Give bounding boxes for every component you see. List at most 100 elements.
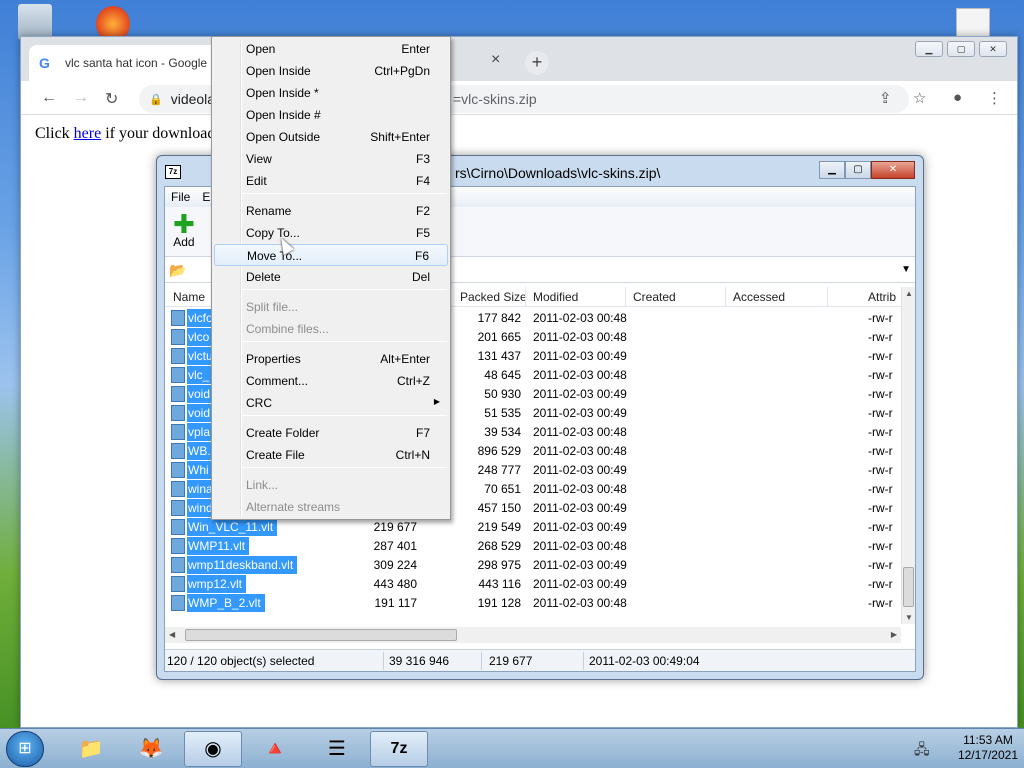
- menu-item-shortcut: Enter: [401, 42, 430, 56]
- download-here-link[interactable]: here: [74, 125, 102, 142]
- 7zip-logo-icon: 7z: [165, 165, 181, 179]
- file-icon: [171, 424, 185, 440]
- menu-item-open-inside[interactable]: Open Inside Ctrl+PgDn: [214, 60, 448, 82]
- scroll-left-arrow-icon[interactable]: ◀: [169, 630, 175, 639]
- menu-item-split-file[interactable]: Split file...: [214, 296, 448, 318]
- menu-separator: [242, 467, 447, 468]
- firefox-taskbar-icon[interactable]: 🦊: [122, 731, 180, 767]
- file-icon: [171, 367, 185, 383]
- menu-item-alternate-streams[interactable]: Alternate streams: [214, 496, 448, 518]
- menu-item-copy-to[interactable]: Copy To... F5: [214, 222, 448, 244]
- menu-item-move-to[interactable]: Move To... F6: [214, 244, 448, 266]
- menu-item-combine-files[interactable]: Combine files...: [214, 318, 448, 340]
- file-packed-size: 896 529: [477, 444, 521, 458]
- clock-time: 11:53 AM: [963, 733, 1013, 747]
- menu-item-view[interactable]: View F3: [214, 148, 448, 170]
- close-button[interactable]: ✕: [979, 41, 1007, 57]
- table-row[interactable]: WMP_B_2.vlt 191 117 191 128 2011-02-03 00:4…: [165, 593, 901, 612]
- file-icon: [171, 348, 185, 364]
- 7zip-close-button[interactable]: ✕: [871, 161, 915, 179]
- scroll-right-arrow-icon[interactable]: ▶: [891, 630, 897, 639]
- menu-separator: [242, 193, 447, 194]
- scroll-up-arrow-icon[interactable]: ▲: [905, 289, 913, 298]
- chrome-taskbar-icon[interactable]: ◉: [184, 731, 242, 767]
- 7zip-taskbar-icon[interactable]: 7z: [370, 731, 428, 767]
- minimize-button[interactable]: ▁: [915, 41, 943, 57]
- maximize-button[interactable]: ▢: [947, 41, 975, 57]
- file-icon: [171, 481, 185, 497]
- notes-taskbar-icon[interactable]: ☰: [308, 731, 366, 767]
- menu-item-label: Open Outside: [246, 130, 321, 144]
- file-icon: [171, 576, 185, 592]
- menu-item-create-file[interactable]: Create File Ctrl+N: [214, 444, 448, 466]
- menu-separator: [242, 289, 447, 290]
- column-created[interactable]: Created: [633, 290, 676, 304]
- add-button[interactable]: ✚ Add: [173, 209, 195, 249]
- menu-item-comment[interactable]: Comment... Ctrl+Z: [214, 370, 448, 392]
- reload-icon[interactable]: ↻: [105, 89, 118, 109]
- 7zip-maximize-button[interactable]: ▢: [845, 161, 871, 179]
- menu-item-edit[interactable]: Edit F4: [214, 170, 448, 192]
- 7zip-window-controls: ▁ ▢ ✕: [819, 161, 915, 179]
- menu-item-shortcut: Shift+Enter: [370, 130, 430, 144]
- explorer-taskbar-icon[interactable]: 📁: [62, 731, 120, 767]
- file-attrib: -rw-r: [868, 387, 893, 401]
- menu-item-open[interactable]: Open Enter: [214, 38, 448, 60]
- share-icon[interactable]: ⇪: [879, 89, 892, 107]
- menu-item-delete[interactable]: Delete Del: [214, 266, 448, 288]
- vertical-scroll-thumb[interactable]: [903, 567, 914, 607]
- menu-item-open-inside[interactable]: Open Inside #: [214, 104, 448, 126]
- table-row[interactable]: wmp11deskband.vlt 309 224 298 975 2011-02-0…: [165, 555, 901, 574]
- add-plus-icon: ✚: [173, 209, 195, 239]
- network-icon[interactable]: 🖧: [914, 739, 930, 763]
- file-modified: 2011-02-03 00:49: [533, 501, 627, 515]
- table-row[interactable]: WMP11.vlt 287 401 268 529 2011-02-03 00:48 -…: [165, 536, 901, 555]
- clock[interactable]: 11:53 AM 12/17/2021: [958, 733, 1018, 763]
- menu-file[interactable]: File: [171, 190, 190, 204]
- file-modified: 2011-02-03 00:49: [533, 558, 627, 572]
- file-packed-size: 443 116: [478, 577, 522, 591]
- horizontal-scroll-thumb[interactable]: [185, 629, 457, 641]
- column-attrib[interactable]: Attrib: [868, 290, 896, 304]
- file-modified: 2011-02-03 00:48: [533, 444, 627, 458]
- close-tab-icon[interactable]: ×: [491, 51, 500, 69]
- file-modified: 2011-02-03 00:49: [533, 406, 627, 420]
- column-modified[interactable]: Modified: [533, 290, 578, 304]
- column-accessed[interactable]: Accessed: [733, 290, 785, 304]
- 7zip-minimize-button[interactable]: ▁: [819, 161, 845, 179]
- menu-edit[interactable]: E: [202, 190, 210, 204]
- menu-item-rename[interactable]: Rename F2: [214, 200, 448, 222]
- menu-item-open-outside[interactable]: Open Outside Shift+Enter: [214, 126, 448, 148]
- chrome-menu-icon[interactable]: ⋮: [987, 89, 1002, 107]
- menu-item-crc[interactable]: CRC ▶: [214, 392, 448, 414]
- column-name[interactable]: Name: [173, 290, 205, 304]
- table-row[interactable]: wmp12.vlt 443 480 443 116 2011-02-03 00:49 -…: [165, 574, 901, 593]
- path-dropdown-icon[interactable]: ▼: [901, 264, 911, 275]
- file-attrib: -rw-r: [868, 577, 893, 591]
- back-arrow-icon[interactable]: ←: [41, 89, 57, 107]
- status-size: 219 677: [489, 654, 533, 668]
- recycle-bin-icon[interactable]: [18, 4, 52, 40]
- menu-item-open-inside[interactable]: Open Inside *: [214, 82, 448, 104]
- new-tab-button[interactable]: +: [525, 51, 549, 75]
- menu-item-link[interactable]: Link...: [214, 474, 448, 496]
- file-icon: [171, 386, 185, 402]
- file-attrib: -rw-r: [868, 558, 893, 572]
- profile-avatar-icon[interactable]: ●: [953, 89, 962, 106]
- menu-item-shortcut: Ctrl+Z: [397, 374, 430, 388]
- scroll-down-arrow-icon[interactable]: ▼: [905, 613, 913, 622]
- folder-up-icon[interactable]: 📂: [169, 262, 186, 279]
- bookmark-star-icon[interactable]: ☆: [913, 89, 926, 107]
- start-button[interactable]: ⊞: [6, 731, 44, 767]
- vlc-taskbar-icon[interactable]: 🔺: [246, 731, 304, 767]
- menu-item-label: Move To...: [247, 249, 303, 263]
- menu-item-properties[interactable]: Properties Alt+Enter: [214, 348, 448, 370]
- forward-arrow-icon[interactable]: →: [73, 89, 89, 107]
- add-label: Add: [173, 235, 195, 249]
- column-packed-size[interactable]: Packed Size: [460, 290, 527, 304]
- menu-item-shortcut: F4: [415, 174, 430, 188]
- vertical-scrollbar[interactable]: ▲ ▼: [901, 287, 915, 624]
- menu-item-create-folder[interactable]: Create Folder F7: [214, 422, 448, 444]
- file-name: wmp11deskband.vlt: [187, 556, 298, 574]
- horizontal-scrollbar[interactable]: ◀ ▶: [165, 627, 901, 643]
